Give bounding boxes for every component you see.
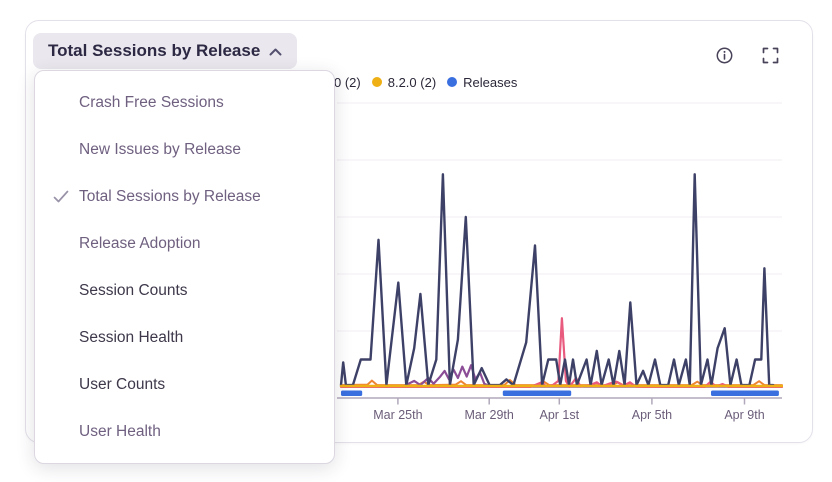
legend-swatch-icon	[372, 77, 382, 87]
menu-item-user-health[interactable]: User Health	[35, 408, 334, 455]
menu-item-release-adoption[interactable]: Release Adoption	[35, 220, 334, 267]
menu-item-label: User Health	[79, 423, 161, 441]
menu-item-crash-free-sessions[interactable]: Crash Free Sessions	[35, 79, 334, 126]
menu-item-label: Total Sessions by Release	[79, 188, 261, 206]
legend-item[interactable]: Releases	[447, 75, 517, 90]
menu-item-session-counts[interactable]: Session Counts	[35, 267, 334, 314]
expand-icon[interactable]	[762, 47, 779, 64]
series-lines	[341, 174, 782, 387]
x-axis-label: Apr 9th	[724, 408, 764, 422]
x-axis-label: Mar 29th	[465, 408, 514, 422]
release-bars	[341, 391, 779, 397]
legend-item[interactable]: 8.2.0 (2)	[372, 75, 436, 90]
x-axis-label: Apr 5th	[632, 408, 672, 422]
sessions-chart[interactable]: Mar 25th Mar 29th Apr 1st Apr 5th Apr 9th	[337, 97, 783, 427]
chart-legend: 0 (2) 8.2.0 (2) Releases	[334, 72, 517, 92]
menu-item-total-sessions-by-release[interactable]: Total Sessions by Release	[35, 173, 334, 220]
chevron-up-icon	[269, 48, 282, 56]
series-line-series-navy[interactable]	[341, 174, 773, 385]
legend-swatch-icon	[447, 77, 457, 87]
widget-title-dropdown-trigger[interactable]: Total Sessions by Release	[33, 33, 297, 69]
widget-actions	[716, 47, 779, 64]
chart-canvas[interactable]: Mar 25th Mar 29th Apr 1st Apr 5th Apr 9th	[337, 97, 783, 427]
check-icon	[53, 190, 79, 203]
x-axis: Mar 25th Mar 29th Apr 1st Apr 5th Apr 9th	[337, 398, 782, 422]
legend-item-partial[interactable]: 0 (2)	[334, 75, 361, 90]
x-axis-label: Mar 25th	[373, 408, 422, 422]
menu-item-label: Session Counts	[79, 282, 188, 300]
legend-item-label: Releases	[463, 75, 517, 90]
release-bar[interactable]	[503, 391, 571, 397]
legend-item-label: 8.2.0 (2)	[388, 75, 436, 90]
menu-item-session-health[interactable]: Session Health	[35, 314, 334, 361]
menu-item-label: New Issues by Release	[79, 141, 241, 159]
release-bar[interactable]	[711, 391, 779, 397]
info-icon[interactable]	[716, 47, 733, 64]
menu-item-new-issues-by-release[interactable]: New Issues by Release	[35, 126, 334, 173]
release-bar[interactable]	[341, 391, 362, 397]
gridlines	[337, 103, 782, 331]
menu-item-user-counts[interactable]: User Counts	[35, 361, 334, 408]
widget-type-dropdown-menu: Crash Free Sessions New Issues by Release…	[34, 70, 335, 464]
menu-item-label: Crash Free Sessions	[79, 94, 224, 112]
menu-item-label: User Counts	[79, 376, 165, 394]
widget-title: Total Sessions by Release	[48, 41, 260, 61]
menu-item-label: Release Adoption	[79, 235, 201, 253]
menu-item-label: Session Health	[79, 329, 183, 347]
x-axis-label: Apr 1st	[539, 408, 579, 422]
